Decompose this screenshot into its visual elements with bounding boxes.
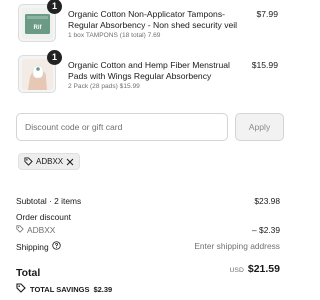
- quantity-badge: 1: [47, 0, 62, 14]
- svg-text:Rif: Rif: [34, 25, 43, 31]
- item-variant: 1 box TAMPONS (18 total) 7.69: [68, 32, 161, 39]
- tampon-box-image: Rif: [22, 8, 53, 39]
- product-thumbnail: Rif 1: [18, 0, 62, 42]
- total-label: Total: [16, 267, 41, 279]
- shipping-value: Enter shipping address: [194, 241, 280, 251]
- applied-discount-chip: ADBXX: [18, 153, 81, 170]
- order-discount-code: ADBXX: [27, 225, 56, 235]
- currency-code: USD: [229, 267, 244, 274]
- item-price: $7.99: [256, 9, 278, 19]
- shipping-row: Shipping Enter shipping address: [16, 241, 280, 252]
- savings-label: TOTAL SAVINGS: [30, 284, 90, 294]
- subtotal-row: Subtotal · 2 items $23.98: [16, 196, 280, 206]
- tag-icon: [24, 157, 33, 166]
- total-value-group: USD $21.59: [230, 263, 280, 275]
- applied-code-label: ADBXX: [36, 157, 64, 166]
- help-icon[interactable]: [51, 241, 61, 252]
- item-variant: 2 Pack (28 pads) $15.99: [68, 83, 140, 90]
- total-row: Total USD $21.59: [16, 263, 280, 279]
- discount-row: Apply: [16, 113, 284, 141]
- discount-code-input[interactable]: [16, 113, 228, 141]
- order-discount-code-row: ADBXX – $2.39: [16, 225, 280, 235]
- product-thumbnail: 1: [18, 50, 62, 93]
- order-discount-label: Order discount: [16, 212, 71, 222]
- savings-value: $2.39: [93, 284, 113, 294]
- item-price: $15.99: [251, 60, 278, 70]
- pad-hand-image: [22, 59, 53, 90]
- total-value: $21.59: [247, 263, 280, 275]
- close-icon[interactable]: [66, 158, 74, 166]
- item-name: Organic Cotton and Hemp Fiber Menstrual …: [68, 60, 230, 81]
- tag-icon: [16, 283, 26, 295]
- apply-button[interactable]: Apply: [235, 113, 284, 141]
- total-savings: TOTAL SAVINGS $2.39: [16, 283, 112, 295]
- subtotal-label: Subtotal · 2 items: [16, 196, 82, 206]
- shipping-label: Shipping: [16, 241, 49, 252]
- tag-icon: [16, 225, 24, 235]
- quantity-badge: 1: [47, 50, 62, 65]
- item-name: Organic Cotton Non-Applicator Tampons- R…: [68, 9, 238, 30]
- order-discount-label-row: Order discount: [16, 212, 280, 222]
- subtotal-value: $23.98: [254, 196, 280, 206]
- item-info: Organic Cotton Non-Applicator Tampons- R…: [68, 9, 238, 39]
- item-info: Organic Cotton and Hemp Fiber Menstrual …: [68, 60, 238, 90]
- order-discount-value: – $2.39: [252, 225, 280, 235]
